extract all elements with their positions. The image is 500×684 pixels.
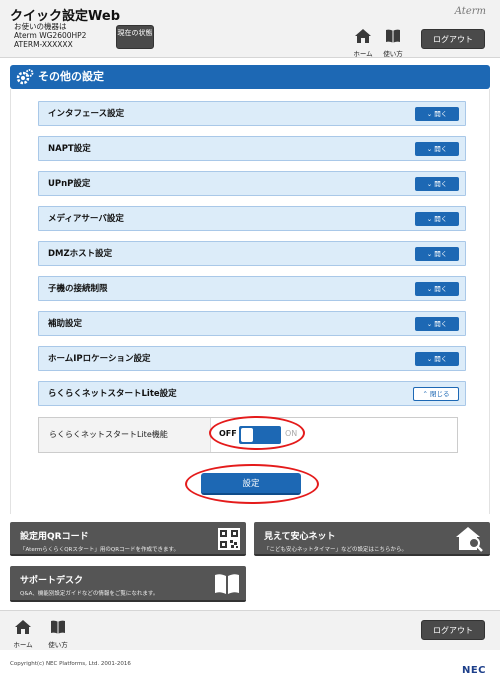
open-button[interactable]: ⌄ 開く xyxy=(415,317,459,331)
open-label: 開く xyxy=(434,355,448,363)
book-icon xyxy=(215,574,239,594)
safe-tile-desc: 「こども安心ネットタイマー」などの設定はこちらから。 xyxy=(264,547,408,553)
chevron-down-icon: ⌄ xyxy=(426,110,433,118)
open-button[interactable]: ⌄ 開く xyxy=(415,107,459,121)
accordion-rakuraku-lite[interactable]: らくらくネットスタートLite設定 ⌃ 閉じる xyxy=(38,381,466,406)
chevron-down-icon: ⌄ xyxy=(426,250,433,258)
accordion-label: 補助設定 xyxy=(48,319,83,329)
copyright-text: Copyright(c) NEC Platforms, Ltd. 2001-20… xyxy=(10,661,131,667)
open-button[interactable]: ⌄ 開く xyxy=(415,212,459,226)
house-search-icon xyxy=(456,527,483,552)
book-icon xyxy=(51,620,65,634)
chevron-down-icon: ⌄ xyxy=(426,355,433,363)
gear-icon xyxy=(16,69,34,85)
accordion-interface[interactable]: インタフェース設定 ⌄ 開く xyxy=(38,101,466,126)
accordion-label: らくらくネットスタートLite設定 xyxy=(48,389,177,399)
safe-tile-title: 見えて安心ネット xyxy=(264,532,336,542)
footer-home-label: ホーム xyxy=(13,641,33,649)
accordion-media-server[interactable]: メディアサーバ設定 ⌄ 開く xyxy=(38,206,466,231)
accordion-label: UPnP設定 xyxy=(48,179,91,189)
accordion-label: NAPT設定 xyxy=(48,144,91,154)
open-button[interactable]: ⌄ 開く xyxy=(415,177,459,191)
qr-tile-desc: 「AtermらくらくQRスタート」用のQRコードを作成できます。 xyxy=(20,547,179,553)
chevron-down-icon: ⌄ xyxy=(426,320,433,328)
submit-highlight-ring xyxy=(185,464,319,504)
nec-logo: NEC xyxy=(461,665,486,676)
support-tile-desc: Q&A、機能別設定ガイドなどの情報をご覧になれます。 xyxy=(20,591,159,597)
support-tile-title: サポートデスク xyxy=(20,576,84,586)
accordion-label: インタフェース設定 xyxy=(48,109,125,119)
footer-manual-nav[interactable]: 使い方 xyxy=(44,619,72,649)
qr-code-icon xyxy=(218,528,240,550)
footer-home-nav[interactable]: ホーム xyxy=(9,619,37,649)
open-button[interactable]: ⌄ 開く xyxy=(415,282,459,296)
footer-manual-label: 使い方 xyxy=(48,641,68,649)
qr-code-tile[interactable]: 設定用QRコード 「AtermらくらくQRスタート」用のQRコードを作成できます… xyxy=(10,522,246,556)
chevron-up-icon: ⌃ xyxy=(422,390,428,398)
device-label: お使いの機器は xyxy=(14,22,67,31)
open-button[interactable]: ⌄ 開く xyxy=(415,352,459,366)
logout-button[interactable]: ログアウト xyxy=(421,29,485,49)
close-button[interactable]: ⌃ 閉じる xyxy=(413,387,459,401)
manual-label: 使い方 xyxy=(383,50,403,58)
accordion-label: メディアサーバ設定 xyxy=(48,214,124,224)
footer-bar: ホーム 使い方 ログアウト xyxy=(0,610,500,650)
accordion-dmz-host[interactable]: DMZホスト設定 ⌄ 開く xyxy=(38,241,466,266)
home-nav[interactable]: ホーム xyxy=(349,28,377,58)
chevron-down-icon: ⌄ xyxy=(426,285,433,293)
open-label: 開く xyxy=(434,110,448,118)
accordion-home-ip-location[interactable]: ホームIPロケーション設定 ⌄ 開く xyxy=(38,346,466,371)
open-label: 開く xyxy=(434,320,448,328)
device-model: Aterm WG2600HP2 xyxy=(14,31,87,40)
accordion-auxiliary[interactable]: 補助設定 ⌄ 開く xyxy=(38,311,466,336)
chevron-down-icon: ⌄ xyxy=(426,215,433,223)
book-icon xyxy=(386,29,400,43)
aterm-logo: Aterm xyxy=(454,6,486,17)
chevron-down-icon: ⌄ xyxy=(426,145,433,153)
safe-net-tile[interactable]: 見えて安心ネット 「こども安心ネットタイマー」などの設定はこちらから。 xyxy=(254,522,490,556)
home-label: ホーム xyxy=(353,50,373,58)
footer-logout-button[interactable]: ログアウト xyxy=(421,620,485,640)
accordion-upnp[interactable]: UPnP設定 ⌄ 開く xyxy=(38,171,466,196)
open-label: 開く xyxy=(434,145,448,153)
rakuraku-lite-label: らくらくネットスタートLite機能 xyxy=(39,418,211,452)
section-header: その他の設定 xyxy=(10,65,490,89)
accordion-napt[interactable]: NAPT設定 ⌄ 開く xyxy=(38,136,466,161)
open-label: 開く xyxy=(434,180,448,188)
toggle-highlight-ring xyxy=(209,416,305,450)
open-label: 開く xyxy=(434,285,448,293)
accordion-label: 子機の接続制限 xyxy=(48,284,108,294)
header: クイック設定Web お使いの機器は Aterm WG2600HP2 ATERM-… xyxy=(0,0,500,58)
device-id: ATERM-XXXXXX xyxy=(14,40,73,49)
chevron-down-icon: ⌄ xyxy=(426,180,433,188)
home-icon xyxy=(15,620,31,634)
support-desk-tile[interactable]: サポートデスク Q&A、機能別設定ガイドなどの情報をご覧になれます。 xyxy=(10,566,246,602)
qr-tile-title: 設定用QRコード xyxy=(20,532,89,542)
close-label: 閉じる xyxy=(430,390,450,398)
open-button[interactable]: ⌄ 開く xyxy=(415,247,459,261)
open-button[interactable]: ⌄ 開く xyxy=(415,142,459,156)
open-label: 開く xyxy=(434,250,448,258)
accordion-label: ホームIPロケーション設定 xyxy=(48,354,151,364)
manual-nav[interactable]: 使い方 xyxy=(379,28,407,58)
accordion-client-limit[interactable]: 子機の接続制限 ⌄ 開く xyxy=(38,276,466,301)
section-title: その他の設定 xyxy=(38,70,104,83)
current-status-button[interactable]: 現在の状態 xyxy=(116,25,154,49)
open-label: 開く xyxy=(434,215,448,223)
home-icon xyxy=(355,29,371,43)
accordion-label: DMZホスト設定 xyxy=(48,249,113,259)
